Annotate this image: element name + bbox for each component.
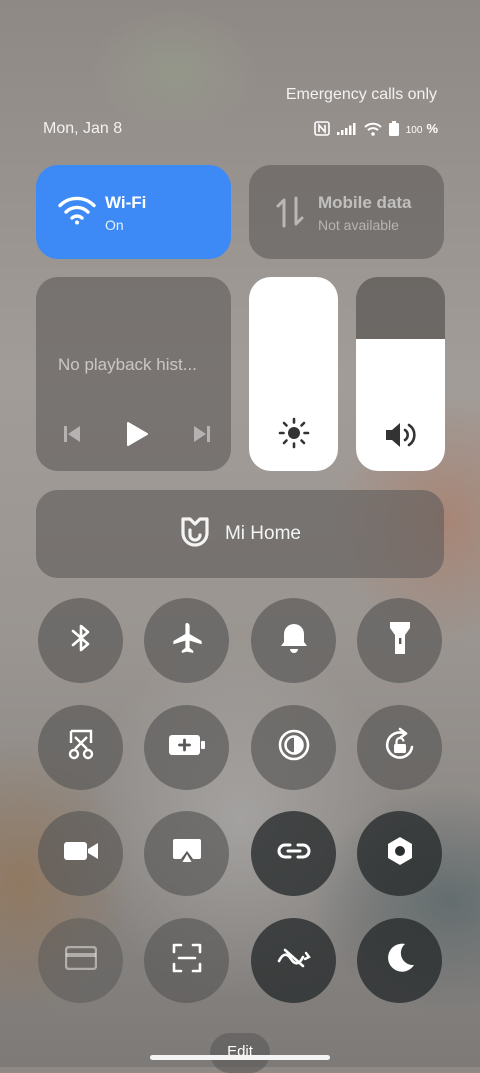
wifi-title: Wi-Fi — [105, 193, 147, 212]
media-player[interactable]: No playback hist... — [36, 277, 231, 471]
cast-toggle[interactable] — [144, 811, 229, 896]
mobile-data-icon — [275, 195, 305, 234]
home-indicator[interactable] — [150, 1055, 330, 1060]
wifi-subtitle: On — [105, 217, 124, 233]
brightness-slider[interactable] — [249, 277, 338, 471]
wifi-status-icon — [364, 122, 382, 136]
reading-mode-icon — [277, 728, 311, 767]
rotation-lock-icon — [382, 727, 418, 768]
ring-mode-toggle[interactable] — [251, 598, 336, 683]
bluetooth-icon — [69, 622, 93, 659]
battery-saver-icon — [168, 734, 206, 761]
speaker-icon — [356, 421, 445, 449]
link-toggle[interactable] — [251, 811, 336, 896]
flashlight-toggle[interactable] — [357, 598, 442, 683]
rotation-lock-toggle[interactable] — [357, 705, 442, 790]
scan-icon — [171, 942, 203, 979]
play-icon[interactable] — [125, 421, 149, 452]
dark-mode-toggle[interactable] — [357, 918, 442, 1003]
battery-percent: 100 — [405, 125, 423, 136]
flashlight-icon — [388, 620, 412, 661]
volume-slider[interactable] — [356, 277, 445, 471]
mobile-data-title: Mobile data — [318, 193, 412, 212]
mobile-data-toggle[interactable]: Mobile data Not available — [249, 165, 444, 259]
next-track-icon[interactable] — [192, 424, 212, 449]
wifi-icon — [58, 195, 96, 230]
signal-icon — [336, 122, 357, 135]
settings-toggle[interactable] — [357, 811, 442, 896]
mute-link-icon — [276, 947, 312, 974]
link-icon — [276, 839, 312, 868]
cast-icon — [172, 838, 202, 869]
nfc-icon — [313, 121, 330, 136]
screenshot-toggle[interactable] — [38, 705, 123, 790]
bell-icon — [279, 621, 309, 660]
airplane-icon — [170, 621, 204, 660]
mi-home-label: Mi Home — [224, 523, 301, 544]
battery-unit: % — [426, 121, 438, 136]
battery-icon — [388, 121, 399, 136]
airplane-mode-toggle[interactable] — [144, 598, 229, 683]
screen-record-toggle[interactable] — [38, 811, 123, 896]
mobile-data-subtitle: Not available — [318, 217, 399, 233]
sync-toggle[interactable] — [251, 918, 336, 1003]
date-label: Mon, Jan 8 — [43, 120, 123, 137]
moon-icon — [383, 941, 417, 980]
reading-mode-toggle[interactable] — [251, 705, 336, 790]
scan-toggle[interactable] — [144, 918, 229, 1003]
scissors-screenshot-icon — [66, 728, 96, 767]
previous-track-icon[interactable] — [62, 424, 82, 449]
wifi-toggle[interactable]: Wi-Fi On — [36, 165, 231, 259]
card-toggle[interactable] — [38, 918, 123, 1003]
media-status: No playback hist... — [58, 355, 197, 374]
carrier-status: Emergency calls only — [285, 86, 437, 103]
sun-icon — [249, 417, 338, 449]
bluetooth-toggle[interactable] — [38, 598, 123, 683]
settings-hex-icon — [384, 835, 416, 872]
mi-home-icon — [179, 515, 211, 554]
battery-saver-toggle[interactable] — [144, 705, 229, 790]
video-camera-icon — [63, 839, 99, 868]
status-icons: 100 % — [313, 121, 438, 136]
card-icon — [64, 945, 97, 975]
volume-level-fill — [356, 339, 445, 471]
mi-home-button[interactable]: Mi Home — [36, 490, 444, 578]
